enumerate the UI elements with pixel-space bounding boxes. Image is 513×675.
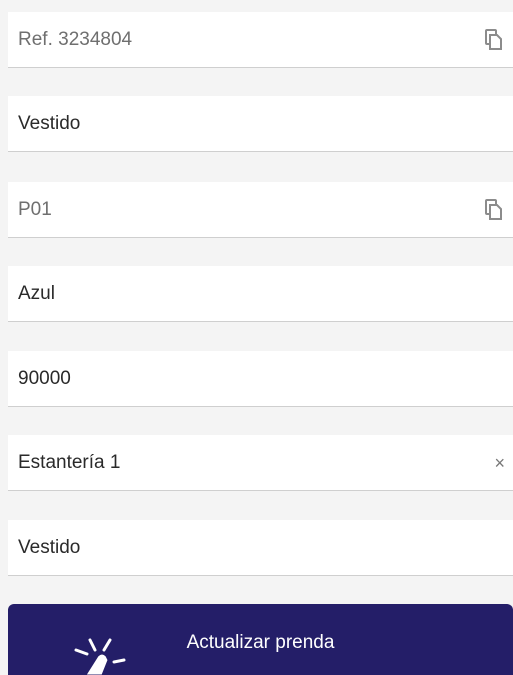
update-garment-label: Actualizar prenda <box>186 632 335 653</box>
code-value: P01 <box>18 198 52 220</box>
type-value: Vestido <box>18 112 81 134</box>
reference-field[interactable]: Ref. 3234804 <box>8 12 513 68</box>
reference-value: Ref. 3234804 <box>18 28 133 50</box>
color-field[interactable]: Azul <box>8 266 513 322</box>
copy-icon[interactable] <box>483 28 505 51</box>
color-value: Azul <box>18 282 55 304</box>
category-value: Vestido <box>18 536 81 558</box>
type-field[interactable]: Vestido <box>8 96 513 152</box>
price-field[interactable]: 90000 <box>8 351 513 407</box>
location-value: Estantería 1 <box>18 451 121 473</box>
clear-icon[interactable]: × <box>494 454 505 472</box>
tap-indicator-icon <box>74 638 126 675</box>
code-field[interactable]: P01 <box>8 182 513 238</box>
price-value: 90000 <box>18 367 71 389</box>
copy-icon[interactable] <box>483 198 505 221</box>
category-field[interactable]: Vestido <box>8 520 513 576</box>
location-select[interactable]: Estantería 1 × <box>8 435 513 491</box>
